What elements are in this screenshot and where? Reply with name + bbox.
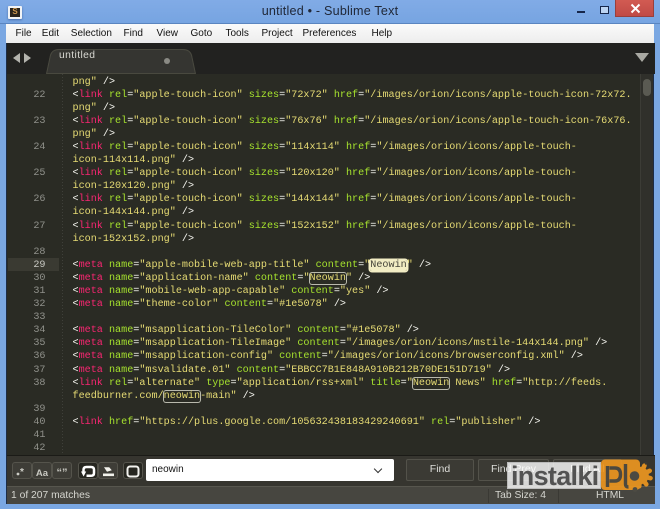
svg-text:*: * [20, 467, 24, 478]
